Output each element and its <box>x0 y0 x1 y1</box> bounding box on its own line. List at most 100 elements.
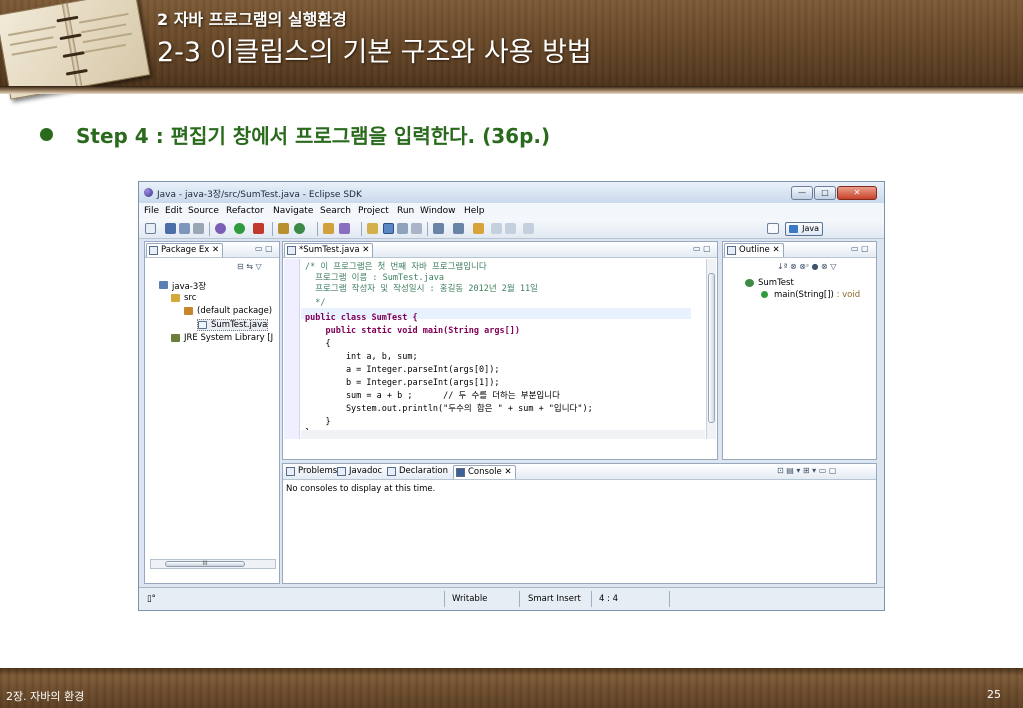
back-arrow-icon[interactable] <box>491 223 502 234</box>
tree-item-project[interactable]: java-3장 <box>159 280 206 292</box>
scrollbar-thumb[interactable] <box>708 273 715 423</box>
menu-edit[interactable]: Edit <box>165 206 182 216</box>
window-title: Java - java-3장/src/SumTest.java - Eclips… <box>157 190 362 200</box>
forward-history-icon[interactable] <box>523 223 534 234</box>
book-text-line <box>80 23 127 34</box>
book-text-line <box>84 43 126 54</box>
horizontal-scrollbar[interactable]: III <box>150 559 276 569</box>
library-icon <box>171 334 180 342</box>
print-icon[interactable] <box>193 223 204 234</box>
tree-item-label: java-3장 <box>172 282 207 292</box>
close-icon[interactable]: ✕ <box>362 245 369 255</box>
menu-refactor[interactable]: Refactor <box>226 206 264 216</box>
code-line: public static void main(String args[]) <box>305 326 520 336</box>
next-annotation-icon[interactable] <box>433 223 444 234</box>
scrollbar-thumb[interactable]: III <box>165 561 245 567</box>
console-view: Problems Javadoc Declaration Console ✕ ⊡… <box>282 463 877 584</box>
fast-view-icon[interactable]: ▯° <box>147 594 156 604</box>
window-titlebar[interactable]: Java - java-3장/src/SumTest.java - Eclips… <box>139 182 884 203</box>
editor-ruler <box>284 259 300 439</box>
code-comment: */ <box>305 298 326 308</box>
tab-package-explorer[interactable]: Package Ex ✕ <box>146 243 224 257</box>
close-icon[interactable]: ✕ <box>772 245 779 255</box>
open-perspective-icon[interactable] <box>767 223 779 234</box>
tree-item-label: JRE System Library [J <box>184 333 274 343</box>
console-toolbar-icons[interactable]: ⊡ ▤ ▾ ⊞ ▾ ▭ ▢ <box>777 466 836 475</box>
menu-search[interactable]: Search <box>320 206 351 216</box>
footer-chapter: 2장. 자바의 환경 <box>6 690 85 703</box>
project-folder-icon <box>159 281 168 289</box>
view-minmax-buttons[interactable]: ▭ ▢ <box>693 244 711 253</box>
view-minmax-buttons[interactable]: ▭ ▢ <box>851 244 869 253</box>
code-line: int a, b, sum; <box>305 352 418 362</box>
menu-project[interactable]: Project <box>358 206 389 216</box>
menu-navigate[interactable]: Navigate <box>273 206 313 216</box>
view-minmax-buttons[interactable]: ▭ ▢ <box>255 244 273 253</box>
new-java-class-icon[interactable] <box>294 223 305 234</box>
menu-help[interactable]: Help <box>464 206 485 216</box>
tab-problems[interactable]: Problems <box>284 465 340 479</box>
close-icon[interactable]: ✕ <box>212 245 219 255</box>
external-tools-icon[interactable] <box>253 223 264 234</box>
menu-file[interactable]: File <box>144 206 159 216</box>
book-text-line <box>9 36 54 46</box>
toolbar-separator <box>272 222 273 236</box>
menu-source[interactable]: Source <box>188 206 219 216</box>
console-message: No consoles to display at this time. <box>286 484 436 494</box>
search-icon[interactable] <box>339 223 350 234</box>
menu-window[interactable]: Window <box>420 206 456 216</box>
outline-view: Outline ✕ ▭ ▢ ↓ª ⊗ ⊗ˢ ● ⊗ ▽ SumTest main… <box>722 241 877 460</box>
close-button[interactable]: ✕ <box>837 186 877 200</box>
forward-arrow-icon[interactable] <box>505 223 516 234</box>
maximize-button[interactable]: □ <box>814 186 836 200</box>
debug-icon[interactable] <box>215 223 226 234</box>
code-comment: 프로그램 작성자 및 작성일시 : 홍길동 2012년 2월 11일 <box>305 284 538 294</box>
last-edit-icon[interactable] <box>473 223 484 234</box>
tree-item-src[interactable]: src <box>171 293 196 303</box>
toolbar-separator <box>209 222 210 236</box>
toolbar-separator <box>427 222 428 236</box>
outline-filter-icons[interactable]: ↓ª ⊗ ⊗ˢ ● ⊗ ▽ <box>777 262 836 271</box>
outline-method-type: : void <box>833 290 861 300</box>
tree-item-default-package[interactable]: (default package) <box>184 306 272 316</box>
perspective-label: Java <box>802 224 819 233</box>
horizontal-scrollbar[interactable] <box>301 430 705 439</box>
vertical-scrollbar[interactable] <box>706 259 716 439</box>
menu-run[interactable]: Run <box>397 206 414 216</box>
show-whitespace-icon[interactable] <box>397 223 408 234</box>
java-file-icon <box>287 246 296 255</box>
open-type-icon[interactable] <box>323 223 334 234</box>
editor-tabbar: *SumTest.java ✕ ▭ ▢ <box>283 242 717 258</box>
close-icon[interactable]: ✕ <box>504 467 511 477</box>
code-line: /* 이 프로그램은 첫 번째 자바 프로그램입니다 <box>305 262 487 272</box>
status-writable: Writable <box>452 594 488 604</box>
java-perspective-icon <box>789 225 798 233</box>
tab-declaration[interactable]: Declaration <box>385 465 451 479</box>
tab-label: Package Ex <box>161 245 210 255</box>
outline-class-item[interactable]: SumTest <box>745 278 794 288</box>
tab-sumtest-java[interactable]: *SumTest.java ✕ <box>284 243 374 257</box>
code-line: b = Integer.parseInt(args[1]); <box>305 378 500 388</box>
toggle-mark-icon[interactable] <box>367 223 378 234</box>
run-icon[interactable] <box>234 223 245 234</box>
tree-item-jre[interactable]: JRE System Library [J <box>171 333 273 343</box>
save-all-icon[interactable] <box>179 223 190 234</box>
block-selection-icon[interactable] <box>411 223 422 234</box>
tab-outline[interactable]: Outline ✕ <box>724 243 784 257</box>
save-icon[interactable] <box>165 223 176 234</box>
new-java-package-icon[interactable] <box>278 223 289 234</box>
tree-item-sumtest[interactable]: SumTest.java <box>197 319 269 331</box>
new-file-icon[interactable] <box>145 223 156 234</box>
java-perspective-button[interactable]: Java <box>785 222 823 236</box>
slide-title: 2-3 이클립스의 기본 구조와 사용 방법 <box>157 37 592 68</box>
collapse-link-menu-icons[interactable]: ⊟ ⇆ ▽ <box>237 262 262 271</box>
tab-console[interactable]: Console ✕ <box>453 465 516 479</box>
toggle-highlight-icon[interactable] <box>383 223 394 234</box>
minimize-button[interactable]: — <box>791 186 813 200</box>
slide-header: 2 자바 프로그램의 실행환경 2-3 이클립스의 기본 구조와 사용 방법 <box>0 0 1023 100</box>
header-shadow-edge <box>0 86 1023 94</box>
previous-annotation-icon[interactable] <box>453 223 464 234</box>
outline-method-item[interactable]: main(String[]) : void <box>761 290 860 300</box>
public-method-icon <box>761 291 768 298</box>
tab-javadoc[interactable]: Javadoc <box>335 465 385 479</box>
